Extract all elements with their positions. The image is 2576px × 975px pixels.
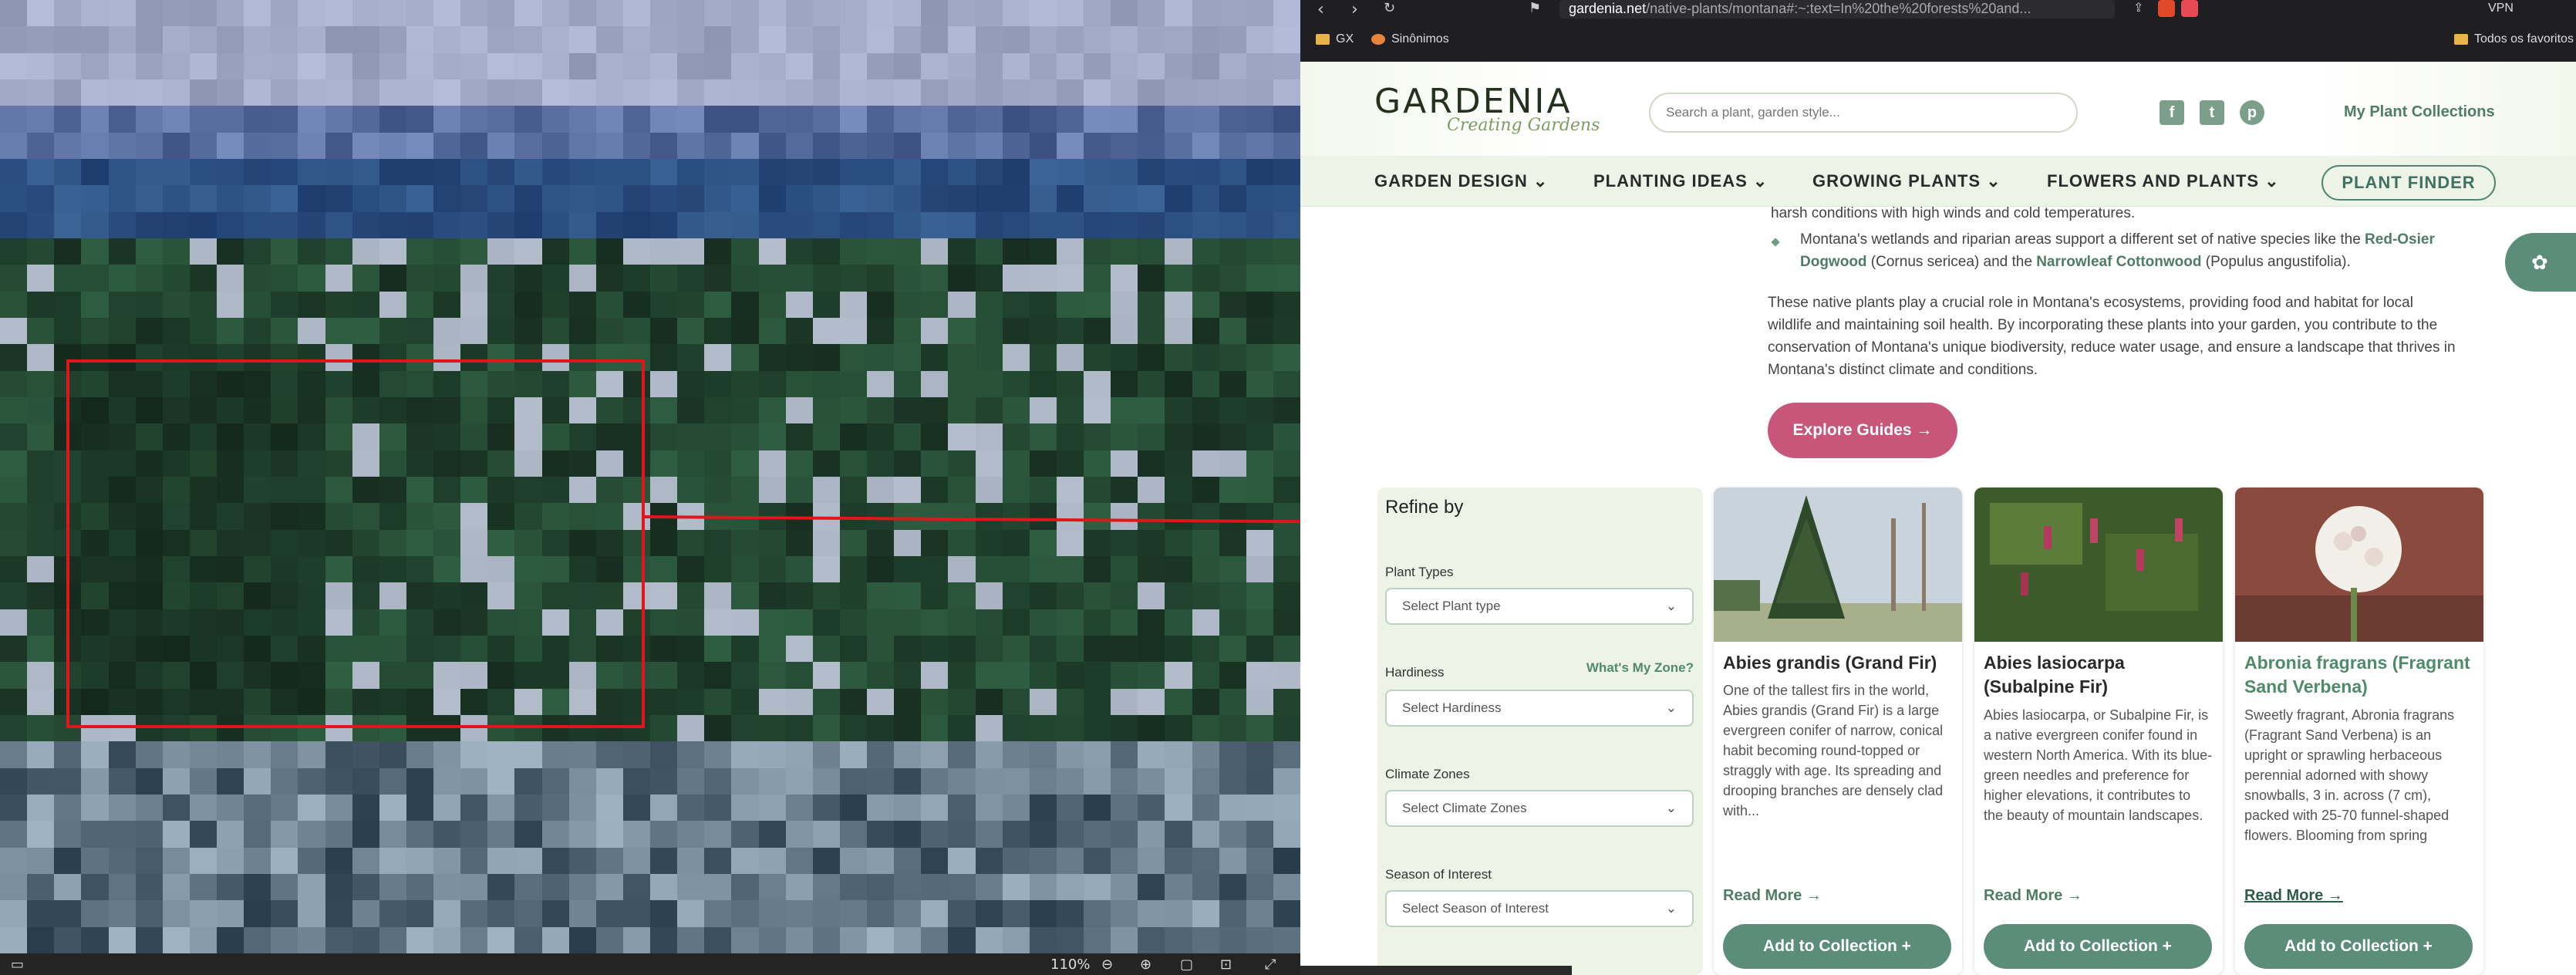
address-bar[interactable]: gardenia.net/native-plants/montana#:~:te… <box>1559 0 2115 19</box>
browser-toolbar: ‹ › ↻ ⚑ gardenia.net/native-plants/monta… <box>1300 0 2576 20</box>
card-description: Sweetly fragrant, Abronia fragrans (Frag… <box>2244 707 2455 843</box>
article-bullet: Montana's wetlands and riparian areas su… <box>1800 231 2435 248</box>
link-red-osier[interactable]: Red-Osier <box>2365 231 2435 248</box>
bookmark-folder-gx[interactable]: GX <box>1316 32 1354 46</box>
add-to-collection-button[interactable]: Add to Collection + <box>2244 924 2473 969</box>
article-paragraph-line: These native plants play a crucial role … <box>1768 295 2413 311</box>
link-narrowleaf-cottonwood[interactable]: Narrowleaf Cottonwood <box>2036 254 2201 270</box>
climate-zones-label: Climate Zones <box>1385 767 1470 781</box>
article-paragraph-line: Montana's distinct climate and condition… <box>1768 362 2038 378</box>
bookmark-icon[interactable]: ⚑ <box>1529 0 1541 16</box>
card-description: Abies lasiocarpa, or Subalpine Fir, is a… <box>1984 707 2213 823</box>
card-title[interactable]: Abies lasiocarpa (Subalpine Fir) <box>1984 651 2214 699</box>
bullet-icon <box>1771 238 1780 247</box>
site-icon <box>1371 34 1385 45</box>
card-description: One of the tallest firs in the world, Ab… <box>1723 683 1944 818</box>
article-paragraph-line: wildlife and maintaining soil health. By… <box>1768 317 2438 333</box>
hardiness-label: Hardiness <box>1385 665 1445 680</box>
plant-card[interactable]: Abies lasiocarpa (Subalpine Fir) Abies l… <box>1974 488 2223 975</box>
brave-shield-icon[interactable] <box>2158 0 2175 17</box>
refine-title: Refine by <box>1385 497 1464 518</box>
my-collections-link[interactable]: My Plant Collections <box>2344 103 2495 121</box>
chevron-down-icon: ⌄ <box>1665 700 1677 715</box>
plant-finder-button[interactable]: PLANT FINDER <box>2321 165 2496 201</box>
logo-tagline: Creating Gardens <box>1447 116 1600 135</box>
read-more-link[interactable]: Read More → <box>1984 887 2082 905</box>
plant-card[interactable]: Abronia fragrans (Fragrant Sand Verbena)… <box>2235 488 2483 975</box>
article-text: harsh conditions with high winds and col… <box>1771 205 2136 221</box>
card-title[interactable]: Abies grandis (Grand Fir) <box>1723 651 1953 675</box>
subalpine-fir-photo <box>1974 488 2223 642</box>
bookmark-all-folder[interactable]: Todos os favoritos <box>2454 32 2574 46</box>
article-bullet-cont: Dogwood (Cornus sericea) and the Narrowl… <box>1800 254 2351 270</box>
site-header: GARDENIA Creating Gardens f t p My Plant… <box>1300 62 2576 156</box>
rewards-icon[interactable] <box>2181 0 2198 17</box>
card-title[interactable]: Abronia fragrans (Fragrant Sand Verbena) <box>2244 651 2474 699</box>
plant-types-label: Plant Types <box>1385 565 1454 579</box>
explore-guides-button[interactable]: Explore Guides → <box>1768 403 1957 458</box>
hardiness-select[interactable]: Select Hardiness ⌄ <box>1385 690 1694 727</box>
chevron-down-icon: ⌄ <box>1665 801 1677 815</box>
season-label: Season of Interest <box>1385 867 1492 882</box>
sand-verbena-photo <box>2235 488 2483 642</box>
facebook-icon[interactable]: f <box>2160 100 2184 125</box>
vpn-label[interactable]: VPN <box>2488 2 2514 15</box>
status-bar <box>1300 966 1572 975</box>
link-dogwood[interactable]: Dogwood <box>1800 254 1867 270</box>
pinterest-icon[interactable]: p <box>2240 100 2264 125</box>
bookmark-sinonimos[interactable]: Sinônimos <box>1371 32 1449 46</box>
article-paragraph-line: conservation of Montana's unique biodive… <box>1768 339 2456 356</box>
folder-icon <box>2454 34 2468 45</box>
read-more-link[interactable]: Read More → <box>1723 887 1822 905</box>
reload-icon[interactable]: ↻ <box>1384 0 1395 16</box>
share-icon[interactable]: ⇪ <box>2133 0 2143 15</box>
twitter-icon[interactable]: t <box>2200 100 2224 125</box>
main-navigation: GARDEN DESIGN ⌄ PLANTING IDEAS ⌄ GROWING… <box>1300 156 2576 207</box>
plant-type-select[interactable]: Select Plant type ⌄ <box>1385 588 1694 625</box>
nav-flowers-and-plants[interactable]: FLOWERS AND PLANTS ⌄ <box>2047 171 2280 191</box>
bookmarks-bar: GX Sinônimos Todos os favoritos <box>1300 20 2576 62</box>
folder-icon <box>1316 34 1330 45</box>
add-to-collection-button[interactable]: Add to Collection + <box>1984 924 2212 969</box>
chevron-down-icon: ⌄ <box>1665 901 1677 916</box>
nav-growing-plants[interactable]: GROWING PLANTS ⌄ <box>1812 171 2001 191</box>
chevron-down-icon: ⌄ <box>1665 599 1677 613</box>
refine-panel: Refine by Plant Types Select Plant type ⌄… <box>1377 488 1703 975</box>
forward-icon[interactable]: › <box>1351 0 1358 19</box>
search-input[interactable] <box>1649 93 2078 133</box>
nav-garden-design[interactable]: GARDEN DESIGN ⌄ <box>1374 171 1548 191</box>
grand-fir-photo <box>1714 488 1962 642</box>
nav-planting-ideas[interactable]: PLANTING IDEAS ⌄ <box>1593 171 1768 191</box>
whats-my-zone-link[interactable]: What's My Zone? <box>1586 660 1694 676</box>
back-icon[interactable]: ‹ <box>1317 0 1324 19</box>
season-select[interactable]: Select Season of Interest ⌄ <box>1385 890 1694 927</box>
read-more-link[interactable]: Read More → <box>2244 887 2343 905</box>
page-content: harsh conditions with high winds and col… <box>1300 205 2576 975</box>
browser-window: ‹ › ↻ ⚑ gardenia.net/native-plants/monta… <box>1300 0 2576 975</box>
plant-float-icon[interactable]: ✿ <box>2505 233 2576 292</box>
plant-card[interactable]: Abies grandis (Grand Fir) One of the tal… <box>1714 488 1962 975</box>
add-to-collection-button[interactable]: Add to Collection + <box>1723 924 1951 969</box>
climate-zones-select[interactable]: Select Climate Zones ⌄ <box>1385 790 1694 827</box>
